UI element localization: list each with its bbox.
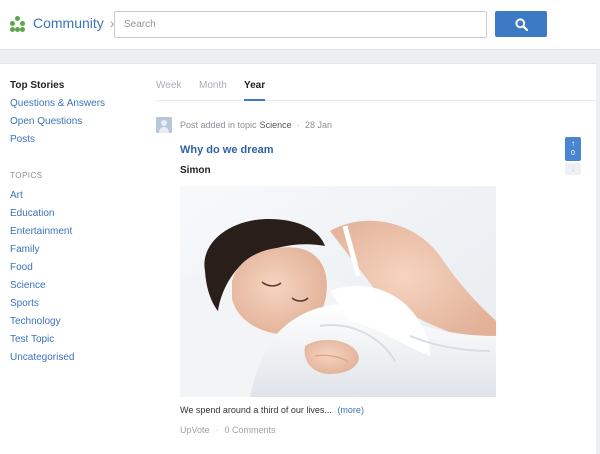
vote-up-button[interactable]: ↑ 0	[565, 137, 581, 161]
topic-item-art[interactable]: Art	[10, 190, 140, 208]
vote-down-button[interactable]: ↓	[565, 163, 581, 175]
topic-item-sports[interactable]: Sports	[10, 298, 140, 316]
topic-item-technology[interactable]: Technology	[10, 316, 140, 334]
brand-label: Community	[33, 15, 104, 31]
post-date: 28 Jan	[304, 120, 332, 130]
topic-item-science[interactable]: Science	[10, 280, 140, 298]
sleeping-woman-image	[180, 186, 496, 397]
post-excerpt-text: We spend around a third of our lives...	[180, 405, 332, 415]
post-image[interactable]	[180, 186, 496, 397]
post-author[interactable]: Simon	[180, 165, 211, 176]
arrow-up-icon: ↑	[571, 139, 575, 148]
post-title[interactable]: Why do we dream	[180, 144, 274, 156]
sidebar-item-questions-answers[interactable]: Questions & Answers	[10, 98, 140, 116]
tab-week[interactable]: Week	[156, 80, 181, 101]
period-tabs: Week Month Year	[156, 64, 596, 101]
sidebar: Top Stories Questions & Answers Open Que…	[10, 80, 140, 370]
post-excerpt: We spend around a third of our lives... …	[180, 405, 364, 415]
comments-link[interactable]: 0 Comments	[225, 425, 276, 435]
post-meta: Post added in topic Science · 28 Jan	[156, 117, 332, 133]
post-topic-link[interactable]: Science	[260, 120, 292, 130]
topic-item-family[interactable]: Family	[10, 244, 140, 262]
arrow-down-icon: ↓	[571, 164, 575, 173]
topic-item-test-topic[interactable]: Test Topic	[10, 334, 140, 352]
post-actions: UpVote · 0 Comments	[180, 425, 276, 435]
vote-count: 0	[571, 150, 575, 157]
topic-item-education[interactable]: Education	[10, 208, 140, 226]
topic-item-uncategorised[interactable]: Uncategorised	[10, 352, 140, 370]
community-logo-icon[interactable]	[10, 16, 26, 32]
sidebar-heading-top-stories: Top Stories	[10, 80, 65, 91]
top-bar: Community ›	[0, 0, 600, 50]
tab-year[interactable]: Year	[244, 80, 266, 101]
tab-month[interactable]: Month	[199, 80, 227, 101]
search-input[interactable]	[114, 11, 487, 38]
avatar[interactable]	[156, 117, 172, 133]
community-link[interactable]: Community ›	[33, 15, 114, 31]
more-link[interactable]: (more)	[337, 405, 364, 415]
topics-label: TOPICS	[10, 171, 43, 180]
sidebar-item-open-questions[interactable]: Open Questions	[10, 116, 140, 134]
meta-separator: ·	[296, 119, 300, 131]
topic-item-food[interactable]: Food	[10, 262, 140, 280]
post-meta-prefix: Post added in topic	[180, 120, 257, 130]
search-icon	[514, 17, 528, 31]
main-card: Top Stories Questions & Answers Open Que…	[0, 63, 596, 454]
search-button[interactable]	[495, 11, 547, 37]
sidebar-item-posts[interactable]: Posts	[10, 134, 140, 152]
actions-separator: ·	[215, 425, 219, 435]
topic-item-entertainment[interactable]: Entertainment	[10, 226, 140, 244]
upvote-link[interactable]: UpVote	[180, 425, 210, 435]
